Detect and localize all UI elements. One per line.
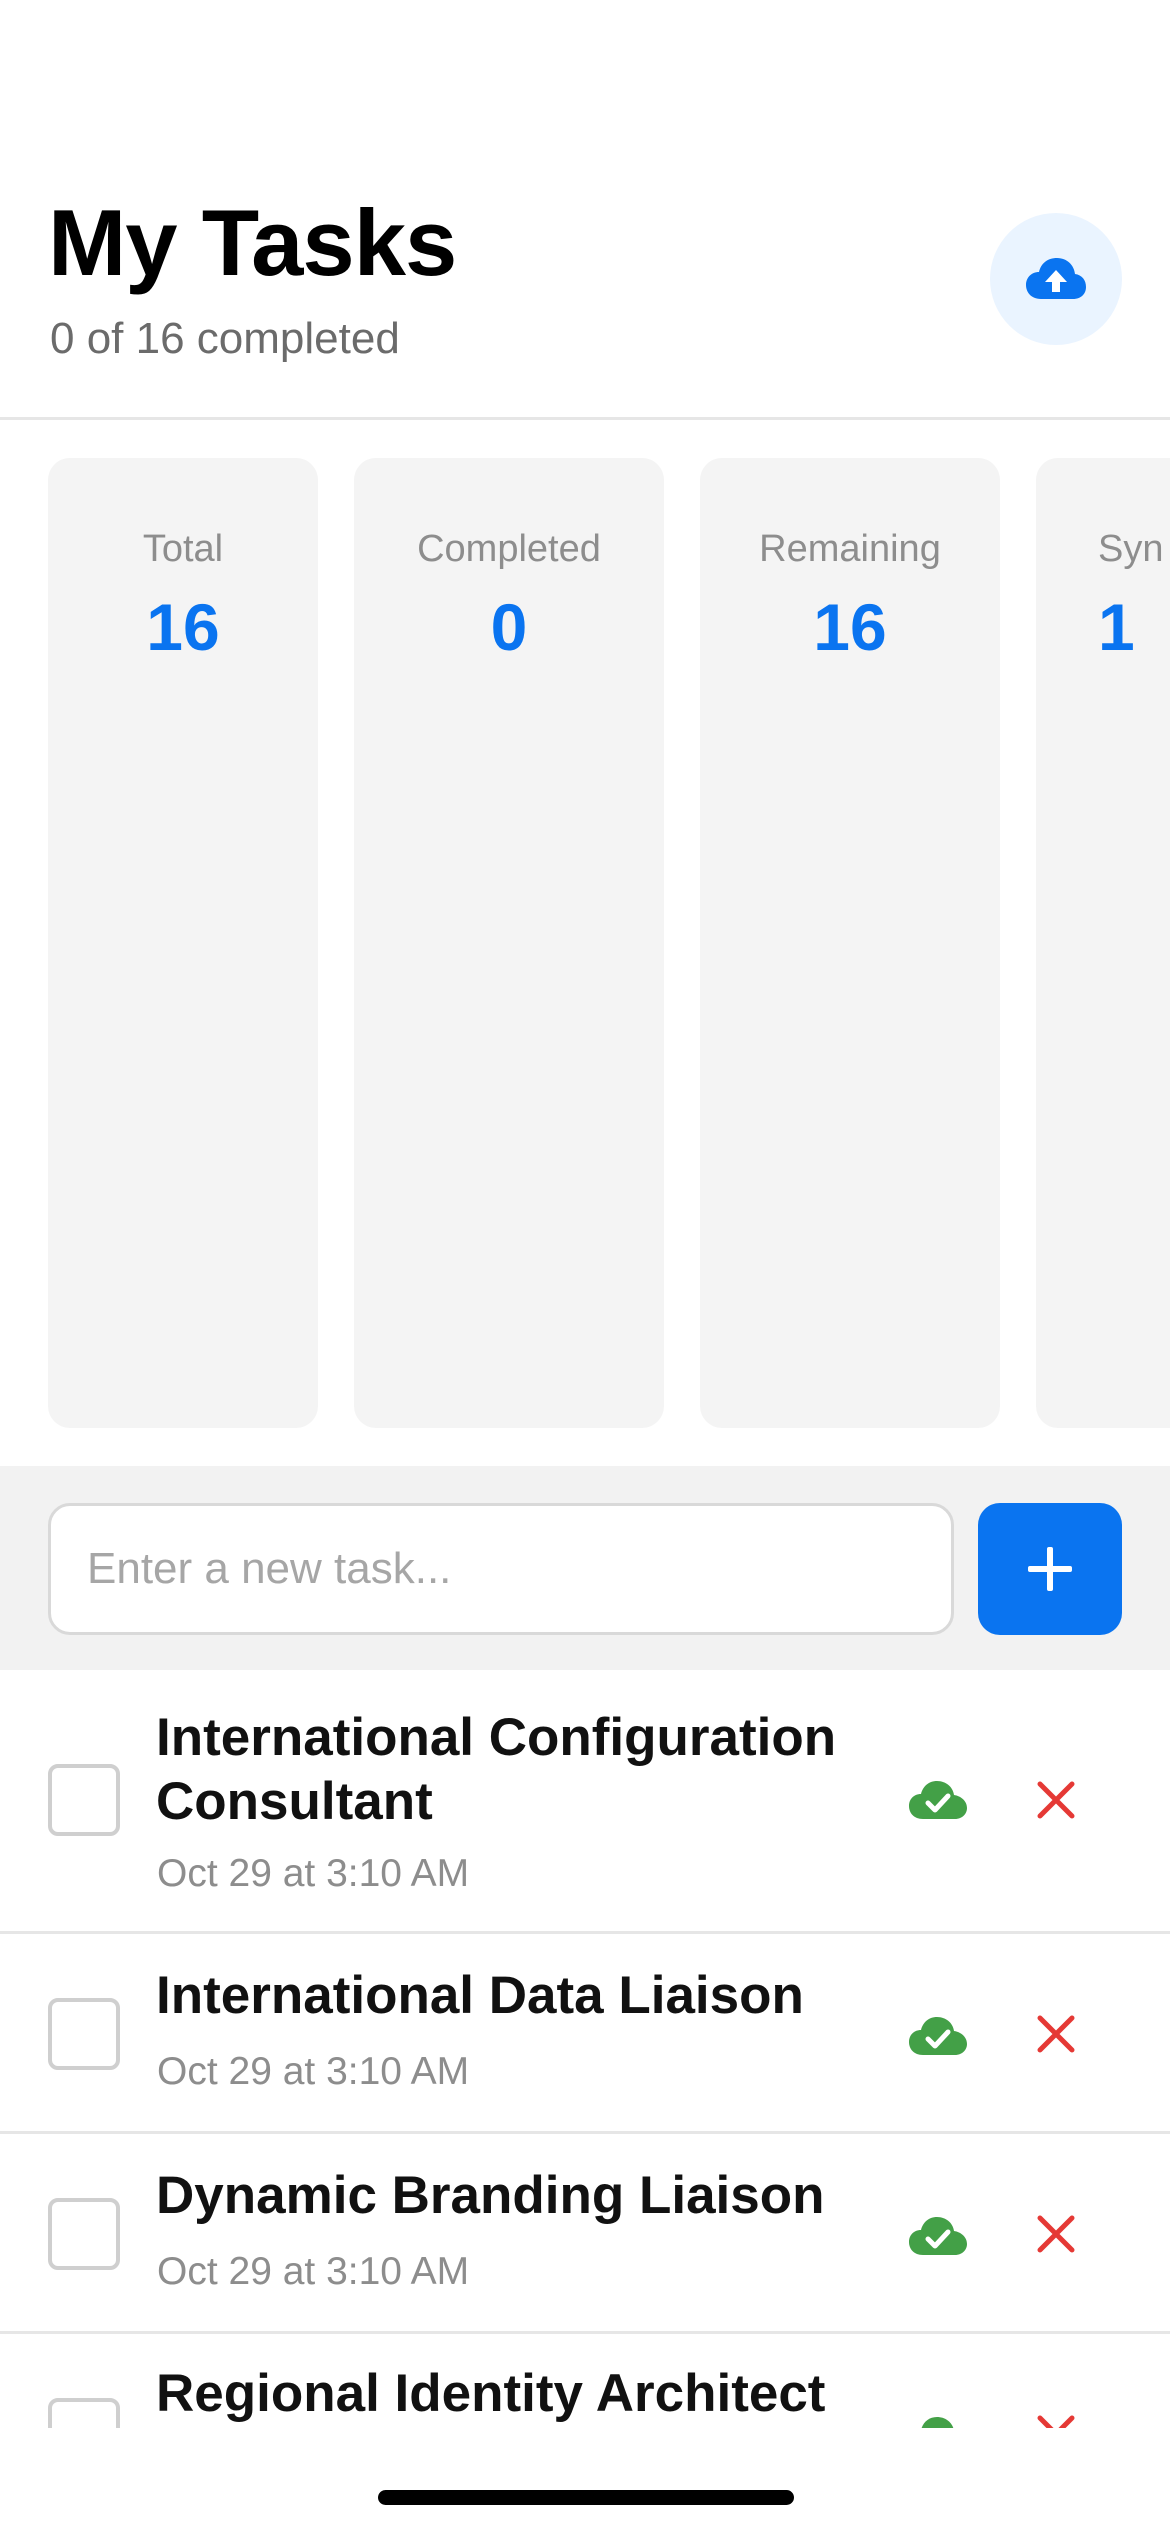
cloud-check-icon [909,2217,967,2255]
home-indicator[interactable] [378,2490,794,2505]
stats-row: Total 16 Completed 0 Remaining 16 Syn 1 [0,423,1170,1465]
close-icon[interactable] [1032,1776,1080,1824]
task-checkbox[interactable] [48,2398,120,2428]
stat-card-completed: Completed 0 [354,458,664,1428]
stat-value: 1 [1098,590,1135,664]
task-row[interactable]: Regional Identity Architect [0,2334,1170,2428]
task-date: Oct 29 at 3:10 AM [157,2250,470,2293]
completion-summary: 0 of 16 completed [50,314,400,363]
stat-label: Total [142,528,224,570]
stat-card-synced: Syn 1 [1036,458,1170,1428]
task-list: International Configuration Consultant O… [0,1670,1170,2428]
task-title: Dynamic Branding Liaison [156,2166,825,2225]
task-row[interactable]: International Configuration Consultant O… [0,1670,1170,1934]
close-icon[interactable] [1032,2210,1080,2258]
task-row[interactable]: International Data Liaison Oct 29 at 3:1… [0,1934,1170,2134]
close-icon[interactable] [1032,2410,1080,2428]
stat-value: 16 [813,590,887,664]
task-checkbox[interactable] [48,2198,120,2270]
task-date: Oct 29 at 3:10 AM [157,2050,470,2093]
sync-button[interactable] [990,213,1122,345]
header: My Tasks 0 of 16 completed [0,0,1170,420]
stat-label: Remaining [759,528,941,570]
task-date: Oct 29 at 3:10 AM [157,1852,470,1895]
stat-value: 0 [490,590,528,664]
stat-card-total: Total 16 [48,458,318,1428]
task-title: International Data Liaison [156,1966,804,2025]
cloud-check-icon [921,2417,954,2428]
task-title: Regional Identity Architect [156,2364,826,2423]
close-icon[interactable] [1032,2010,1080,2058]
page-title: My Tasks [48,190,457,295]
task-title: International Configuration Consultant [156,1708,837,1831]
task-checkbox[interactable] [48,1764,120,1836]
stat-label: Syn [1098,528,1164,570]
stat-label: Completed [417,528,601,570]
cloud-upload-icon [1026,258,1086,299]
new-task-input[interactable] [48,1503,954,1635]
cloud-check-icon [909,1781,967,1819]
plus-icon [1028,1547,1072,1591]
stat-card-remaining: Remaining 16 [700,458,1000,1428]
task-row[interactable]: Dynamic Branding Liaison Oct 29 at 3:10 … [0,2134,1170,2334]
task-screen: My Tasks 0 of 16 completed Total 16 Comp… [0,0,1170,2532]
cloud-check-icon [909,2017,967,2055]
task-checkbox[interactable] [48,1998,120,2070]
stat-value: 16 [146,590,220,664]
add-task-button[interactable] [978,1503,1122,1635]
new-task-bar [0,1466,1170,1670]
